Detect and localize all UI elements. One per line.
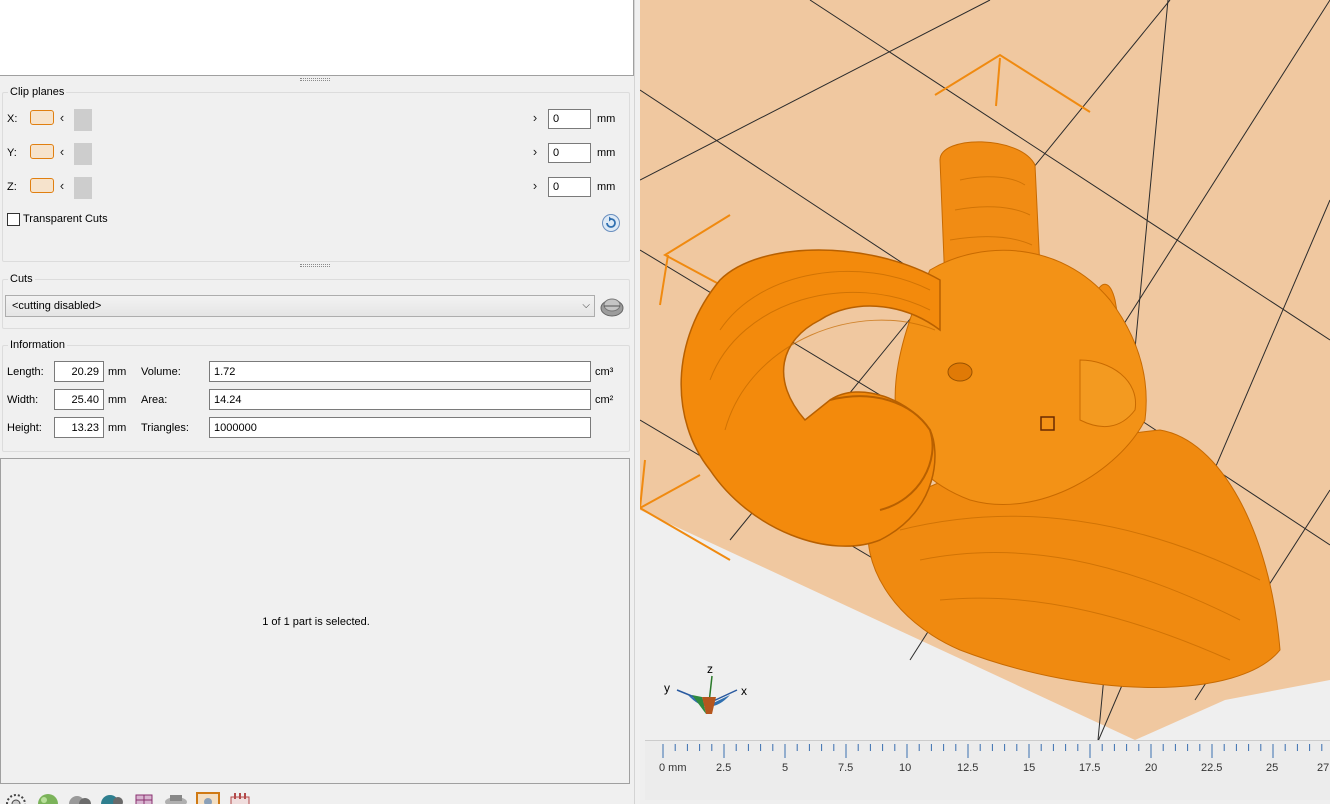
clip-y-slider-thumb[interactable] <box>74 143 92 165</box>
ruler-label: 20 <box>1145 762 1158 774</box>
height-unit: mm <box>108 422 127 434</box>
width-field[interactable] <box>54 389 104 410</box>
cuts-select[interactable]: <cutting disabled> ⌵ <box>5 295 595 317</box>
ruler-label: 12.5 <box>957 762 979 774</box>
clip-z-slider-thumb[interactable] <box>74 177 92 199</box>
clip-z-unit: mm <box>597 181 616 193</box>
clip-z-input[interactable] <box>548 177 591 197</box>
shapes-icon[interactable] <box>100 792 124 804</box>
clip-z-decrease-icon[interactable]: ‹ <box>57 179 67 192</box>
length-field[interactable] <box>54 361 104 382</box>
clip-y-color-button[interactable] <box>30 144 54 159</box>
ruler-label: 7.5 <box>838 762 854 774</box>
volume-field[interactable] <box>209 361 591 382</box>
splitter-grip-2[interactable] <box>300 264 330 267</box>
reset-clip-icon[interactable] <box>601 213 621 233</box>
ruler-label: 25 <box>1266 762 1279 774</box>
clip-z-slider[interactable] <box>74 177 532 199</box>
transparent-cuts-label: Transparent Cuts <box>23 213 108 225</box>
globe-icon[interactable] <box>36 792 60 804</box>
transparent-cuts-checkbox[interactable] <box>7 213 20 226</box>
length-unit: mm <box>108 366 127 378</box>
ruler-label: 17.5 <box>1079 762 1101 774</box>
grid-icon[interactable] <box>132 792 156 804</box>
height-field[interactable] <box>54 417 104 438</box>
clip-x-decrease-icon[interactable]: ‹ <box>57 111 67 124</box>
clip-y-slider[interactable] <box>74 143 532 165</box>
height-label: Height: <box>7 422 42 434</box>
ruler: 0 mm 2.5 5 7.5 10 12.5 15 17.5 20 22.5 2… <box>645 740 1330 800</box>
volume-unit: cm³ <box>595 366 614 378</box>
axis-y-label: y <box>664 681 670 695</box>
selection-status-panel: 1 of 1 part is selected. <box>0 458 630 784</box>
clip-row-z: Z: ‹ › mm <box>4 175 622 201</box>
clip-x-unit: mm <box>597 113 616 125</box>
ruler-label: 15 <box>1023 762 1036 774</box>
left-panel: Clip planes X: ‹ › mm Y: ‹ › mm Z: ‹ › m… <box>0 0 636 804</box>
clip-x-slider[interactable] <box>74 109 532 131</box>
axis-x-label: x <box>741 684 747 698</box>
3d-viewport[interactable]: z y x 0 mm 2.5 5 7.5 10 12.5 15 17.5 20 … <box>640 0 1330 804</box>
clip-z-increase-icon[interactable]: › <box>530 179 540 192</box>
calendar-icon[interactable] <box>228 792 252 804</box>
area-label: Area: <box>141 394 168 406</box>
clip-y-unit: mm <box>597 147 616 159</box>
ruler-label: 2.5 <box>716 762 732 774</box>
clip-x-label: X: <box>7 113 18 125</box>
spheres-icon[interactable] <box>68 792 92 804</box>
clip-z-color-button[interactable] <box>30 178 54 193</box>
cut-tool-icon[interactable] <box>599 294 625 318</box>
triangles-label: Triangles: <box>141 422 189 434</box>
width-unit: mm <box>108 394 127 406</box>
ruler-label: 27.5 <box>1317 762 1330 774</box>
ruler-label: 5 <box>782 762 789 774</box>
selection-status-text: 1 of 1 part is selected. <box>262 616 370 628</box>
axis-gizmo[interactable] <box>676 675 738 714</box>
clip-x-input[interactable] <box>548 109 591 129</box>
clip-x-slider-thumb[interactable] <box>74 109 92 131</box>
top-blank-panel <box>0 0 634 76</box>
clip-z-label: Z: <box>7 181 17 193</box>
clip-y-label: Y: <box>7 147 17 159</box>
information-legend: Information <box>10 339 66 351</box>
ruler-label: 10 <box>899 762 912 774</box>
cuts-select-value: <cutting disabled> <box>12 300 102 312</box>
triangles-field[interactable] <box>209 417 591 438</box>
splitter-grip[interactable] <box>300 78 330 81</box>
clip-y-increase-icon[interactable]: › <box>530 145 540 158</box>
platform-icon[interactable] <box>164 792 188 804</box>
ruler-ticks <box>662 744 1323 758</box>
bottom-toolbar <box>0 786 636 804</box>
clip-x-color-button[interactable] <box>30 110 54 125</box>
width-label: Width: <box>7 394 39 406</box>
cuts-legend: Cuts <box>10 273 33 285</box>
clip-row-y: Y: ‹ › mm <box>4 141 622 167</box>
clip-planes-legend: Clip planes <box>10 86 65 98</box>
volume-label: Volume: <box>141 366 181 378</box>
length-label: Length: <box>7 366 44 378</box>
settings-icon[interactable] <box>4 792 28 804</box>
axis-z-label: z <box>707 662 713 676</box>
area-field[interactable] <box>209 389 591 410</box>
ruler-label: 0 mm <box>659 762 687 774</box>
clip-y-input[interactable] <box>548 143 591 163</box>
area-unit: cm² <box>595 394 614 406</box>
clip-y-decrease-icon[interactable]: ‹ <box>57 145 67 158</box>
clip-x-increase-icon[interactable]: › <box>530 111 540 124</box>
clip-row-x: X: ‹ › mm <box>4 107 622 133</box>
ruler-label: 22.5 <box>1201 762 1223 774</box>
view-icon[interactable] <box>196 792 220 804</box>
chevron-down-icon: ⌵ <box>582 300 590 311</box>
